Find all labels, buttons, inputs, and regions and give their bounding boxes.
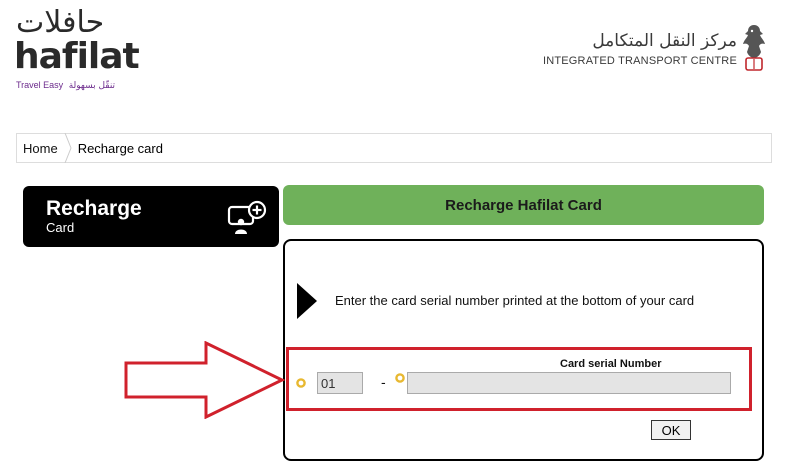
breadcrumb: Home Recharge card bbox=[16, 133, 772, 163]
tagline-english: Travel Easy bbox=[16, 80, 64, 90]
hafilat-logo[interactable]: حافلات hafilat Travel Easy تنقّل بسهولة bbox=[14, 5, 140, 92]
card-serial-input[interactable] bbox=[407, 372, 731, 394]
recharge-form-panel: Enter the card serial number printed at … bbox=[283, 239, 764, 461]
sidebar-tile-title: Recharge bbox=[46, 197, 142, 220]
ok-button[interactable]: OK bbox=[651, 420, 691, 440]
logo-latin-text: hafilat bbox=[14, 36, 140, 77]
logo-tagline: Travel Easy تنقّل بسهولة bbox=[16, 80, 115, 91]
sidebar-tile-recharge-card[interactable]: Recharge Card bbox=[23, 186, 279, 247]
breadcrumb-home-link[interactable]: Home bbox=[23, 141, 58, 156]
itc-english-text: INTEGRATED TRANSPORT CENTRE bbox=[542, 55, 737, 67]
instruction-play-icon bbox=[297, 283, 317, 319]
required-dot-icon bbox=[296, 378, 306, 388]
serial-separator: - bbox=[381, 374, 386, 390]
falcon-emblem-icon bbox=[743, 25, 765, 71]
logo-arabic-text: حافلات bbox=[16, 5, 105, 40]
required-dot-icon bbox=[395, 373, 405, 383]
itc-logo[interactable]: مركز النقل المتكامل INTEGRATED TRANSPORT… bbox=[543, 30, 737, 68]
card-add-icon bbox=[227, 200, 267, 234]
form-header: Recharge Hafilat Card bbox=[283, 185, 764, 225]
annotation-arrow-icon bbox=[124, 341, 286, 419]
breadcrumb-separator-icon bbox=[64, 133, 72, 163]
sidebar-tile-subtitle: Card bbox=[46, 220, 75, 235]
card-serial-label: Card serial Number bbox=[560, 358, 662, 370]
itc-arabic-text: مركز النقل المتكامل bbox=[592, 31, 737, 51]
instruction-text: Enter the card serial number printed at … bbox=[335, 293, 695, 308]
tagline-arabic: تنقّل بسهولة bbox=[68, 81, 116, 91]
card-prefix-input[interactable] bbox=[317, 372, 363, 394]
breadcrumb-current: Recharge card bbox=[77, 140, 163, 156]
